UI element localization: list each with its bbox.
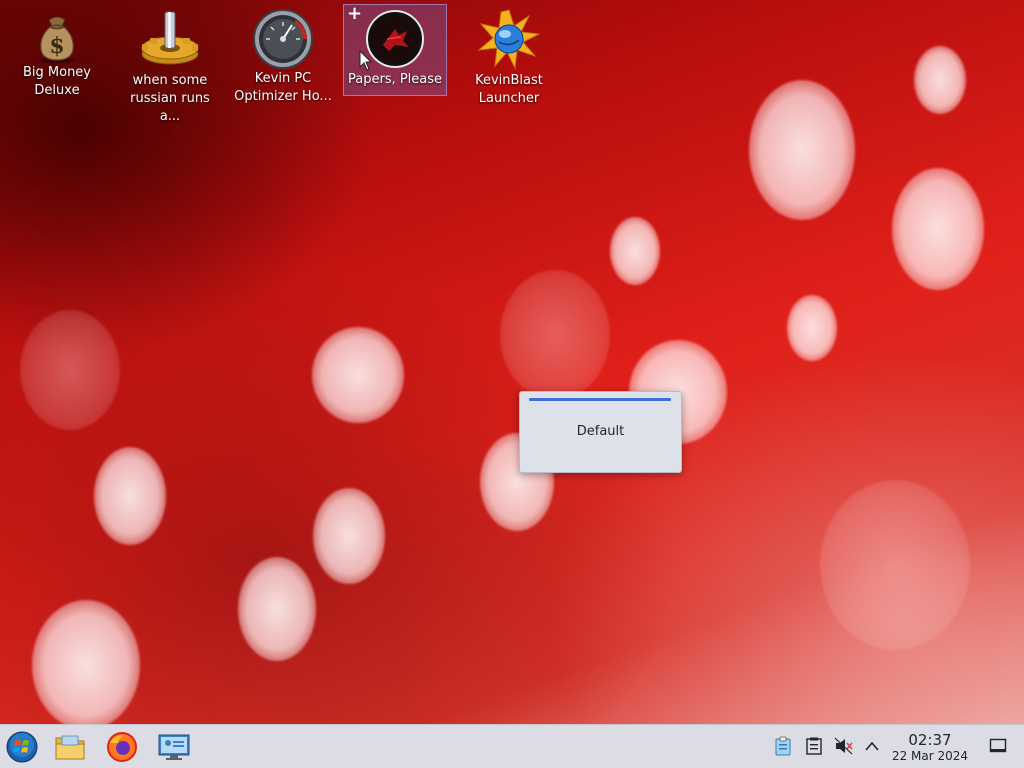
- start-menu-icon: [6, 731, 38, 763]
- clipboard-button[interactable]: [772, 735, 794, 757]
- bokeh-light: [500, 270, 610, 400]
- bokeh-light: [749, 80, 855, 220]
- clock-time: 02:37: [908, 731, 952, 749]
- desktop-icon-kevin-pc-optimizer[interactable]: Kevin PC Optimizer Ho...: [231, 6, 335, 104]
- chevron-up-icon: [865, 741, 879, 751]
- bokeh-light: [94, 447, 166, 545]
- bokeh-light: [892, 168, 984, 290]
- osd-label: Default: [576, 424, 625, 439]
- desktop-icon-russian-runs[interactable]: when some russian runs a...: [118, 6, 222, 124]
- bokeh-light: [313, 488, 385, 584]
- bokeh-light: [312, 327, 404, 423]
- osd-progress-bar: [529, 398, 671, 401]
- system-settings-button[interactable]: [156, 729, 192, 765]
- desktop-background[interactable]: $ Big Money Deluxe when some russian run…: [0, 0, 1024, 724]
- system-settings-icon: [158, 734, 190, 760]
- bokeh-light: [787, 295, 837, 361]
- globe-burst-icon: [477, 8, 541, 72]
- desktop-icon-big-money-deluxe[interactable]: $ Big Money Deluxe: [5, 6, 109, 98]
- notes-icon: [806, 737, 822, 755]
- gear-icon: [138, 8, 202, 72]
- volume-muted-icon: [834, 737, 853, 755]
- clock-date: 22 Mar 2024: [891, 749, 969, 763]
- svg-text:$: $: [49, 33, 64, 59]
- speedometer-icon: [251, 8, 315, 70]
- bokeh-light: [238, 557, 316, 661]
- icon-label: Papers, Please: [347, 72, 443, 87]
- bokeh-light: [20, 310, 120, 430]
- add-selection-icon[interactable]: +: [347, 5, 362, 23]
- file-manager-button[interactable]: [52, 729, 88, 765]
- start-menu-button[interactable]: [4, 729, 40, 765]
- icon-label: KevinBlast Launcher: [475, 73, 543, 106]
- bokeh-light: [32, 600, 140, 724]
- osd-popup: Default: [519, 391, 682, 473]
- mouse-cursor-icon: [359, 50, 373, 71]
- firefox-icon: [107, 732, 137, 762]
- bokeh-light: [610, 217, 660, 285]
- icon-label: Kevin PC Optimizer Ho...: [234, 71, 332, 104]
- taskbar: 02:37 22 Mar 2024: [0, 724, 1024, 768]
- show-desktop-icon: [989, 738, 1007, 753]
- bokeh-light: [820, 480, 970, 650]
- icon-label: Big Money Deluxe: [22, 65, 91, 98]
- bokeh-light: [914, 46, 966, 114]
- tray-expand-button[interactable]: [861, 735, 883, 757]
- volume-button[interactable]: [833, 735, 855, 757]
- icon-label: when some russian runs a...: [130, 73, 210, 124]
- file-manager-icon: [55, 735, 85, 760]
- money-bag-icon: $: [25, 8, 89, 64]
- firefox-button[interactable]: [104, 729, 140, 765]
- clipboard-icon: [775, 736, 791, 756]
- show-desktop-button[interactable]: [987, 735, 1009, 757]
- notes-button[interactable]: [803, 735, 825, 757]
- desktop-icon-kevinblast-launcher[interactable]: KevinBlast Launcher: [457, 6, 561, 106]
